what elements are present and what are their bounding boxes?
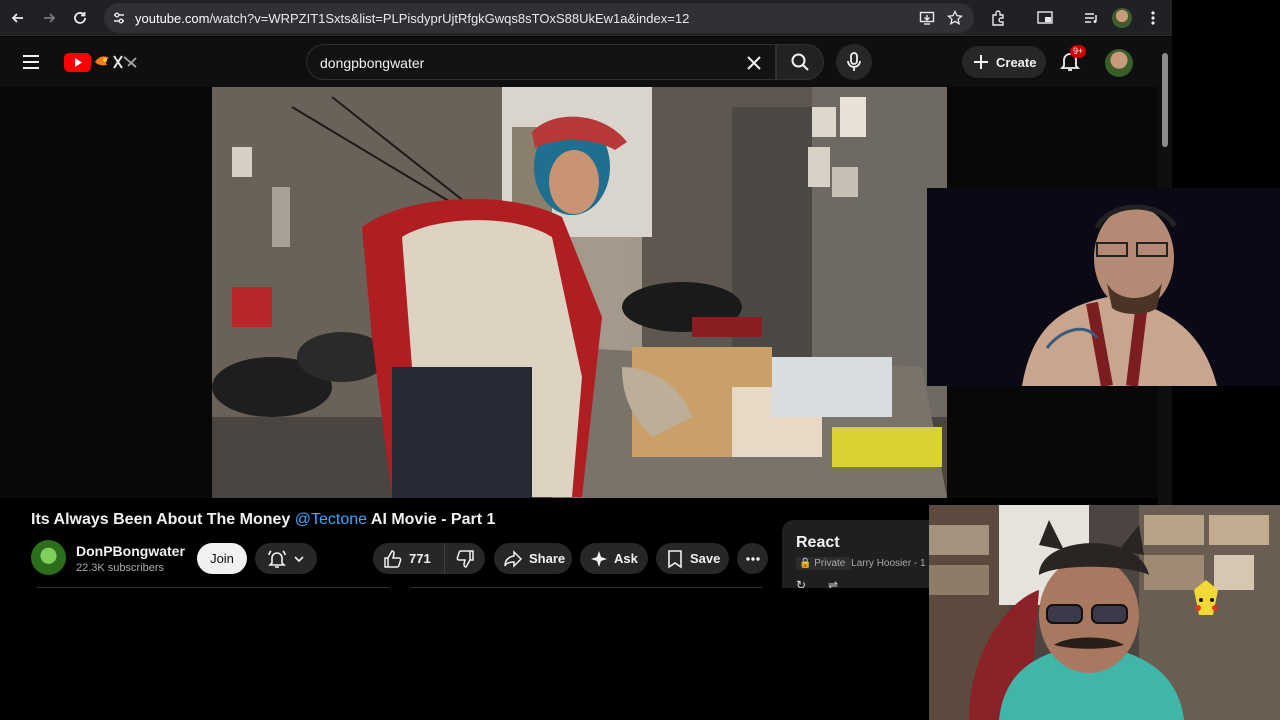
notifications-button[interactable]: 9+ — [1058, 45, 1087, 75]
react-panel: React 🔒 Private Larry Hoosier - 1 ↻ ⇌ — [782, 520, 930, 588]
guide-menu-icon[interactable] — [19, 50, 43, 74]
more-horizontal-icon — [745, 556, 760, 561]
video-title: Its Always Been About The Money @Tectone… — [31, 511, 495, 529]
app-root: youtube.com/watch?v=WRPZIT1Sxts&list=PLP… — [0, 0, 1280, 720]
browser-menu-icon[interactable] — [1141, 6, 1165, 30]
bookmark-star-icon[interactable] — [946, 9, 964, 27]
install-app-icon[interactable] — [918, 9, 936, 27]
search-input[interactable]: dongpbongwater — [320, 55, 424, 71]
youtube-logo[interactable] — [64, 51, 144, 73]
back-arrow-icon — [11, 13, 23, 23]
ask-button[interactable]: Ask — [580, 543, 648, 574]
webcam-overlay-top — [927, 188, 1280, 386]
url-text: youtube.com/watch?v=WRPZIT1Sxts&list=PLP… — [135, 11, 689, 26]
subscription-notifications-button[interactable] — [255, 543, 317, 574]
voice-search-button[interactable] — [836, 44, 872, 80]
plus-icon — [974, 55, 988, 69]
video-title-post: AI Movie - Part 1 — [367, 511, 496, 528]
bookmark-icon — [668, 549, 682, 568]
url-host: youtube.com — [135, 11, 210, 26]
share-label: Share — [529, 551, 566, 566]
site-info-icon[interactable] — [110, 9, 128, 27]
reload-icon — [74, 12, 86, 24]
join-button[interactable]: Join — [197, 543, 247, 574]
tab-search-icon[interactable] — [1033, 6, 1057, 30]
microphone-icon — [847, 52, 861, 71]
private-label: Private — [814, 558, 846, 569]
sparkle-icon — [591, 550, 607, 567]
channel-avatar[interactable] — [31, 540, 66, 575]
thumbs-down-icon — [456, 549, 474, 568]
playlist-owner: Larry Hoosier - 1 — [851, 558, 926, 569]
reload-button[interactable] — [68, 6, 92, 30]
scrollbar-thumb[interactable] — [1162, 53, 1168, 147]
dislike-button[interactable] — [445, 549, 485, 569]
join-label: Join — [210, 551, 234, 566]
video-title-pre: Its Always Been About The Money — [31, 511, 295, 528]
video-scene-image — [212, 87, 947, 498]
ask-label: Ask — [614, 551, 638, 566]
youtube-masthead: dongpbongwater Create 9+ — [0, 37, 1158, 87]
loop-icon[interactable]: ↻ — [796, 578, 806, 588]
bell-ringing-icon — [268, 549, 286, 568]
subscriber-count: 22.3K subscribers — [76, 562, 165, 574]
share-button[interactable]: Share — [494, 543, 572, 574]
profile-avatar-icon[interactable] — [1110, 6, 1134, 30]
video-frame[interactable] — [212, 87, 947, 498]
browser-toolbar: youtube.com/watch?v=WRPZIT1Sxts&list=PLP… — [0, 0, 1172, 36]
forward-arrow-icon — [44, 13, 56, 23]
address-bar[interactable]: youtube.com/watch?v=WRPZIT1Sxts&list=PLP… — [104, 3, 974, 33]
share-arrow-icon — [504, 549, 523, 568]
thumbs-up-icon — [384, 549, 402, 568]
chevron-down-icon — [294, 555, 304, 562]
webcam-image-top — [927, 188, 1280, 386]
lock-icon: 🔒 — [799, 558, 812, 569]
clear-search-icon[interactable] — [743, 52, 765, 74]
search-icon — [791, 53, 809, 71]
create-button[interactable]: Create — [962, 46, 1046, 78]
notification-badge: 9+ — [1070, 45, 1087, 58]
save-label: Save — [690, 551, 721, 566]
create-label: Create — [996, 54, 1037, 70]
shuffle-icon[interactable]: ⇌ — [828, 578, 838, 588]
search-box[interactable]: dongpbongwater — [306, 44, 776, 80]
below-content-area — [0, 588, 929, 720]
video-title-mention-link[interactable]: @Tectone — [295, 511, 367, 528]
react-playlist-info: 🔒 Private Larry Hoosier - 1 — [796, 557, 926, 570]
media-controls-icon[interactable] — [1079, 6, 1103, 30]
back-button[interactable] — [6, 6, 30, 30]
extensions-icon[interactable] — [987, 6, 1011, 30]
account-avatar[interactable] — [1105, 49, 1133, 77]
url-path: /watch?v=WRPZIT1Sxts&list=PLPisdyprUjtRf… — [209, 11, 690, 26]
search-button[interactable] — [776, 44, 824, 80]
react-heading: React — [796, 534, 840, 551]
webcam-image-bottom — [929, 505, 1280, 720]
save-button[interactable]: Save — [656, 543, 729, 574]
private-badge: 🔒 Private — [796, 557, 852, 570]
more-actions-button[interactable] — [737, 543, 768, 574]
webcam-overlay-bottom — [929, 505, 1280, 720]
like-button[interactable]: 771 — [373, 543, 445, 574]
like-dislike-group: 771 — [373, 543, 485, 574]
channel-name[interactable]: DonPBongwater — [76, 543, 185, 559]
forward-button[interactable] — [37, 6, 61, 30]
like-count: 771 — [409, 551, 431, 566]
